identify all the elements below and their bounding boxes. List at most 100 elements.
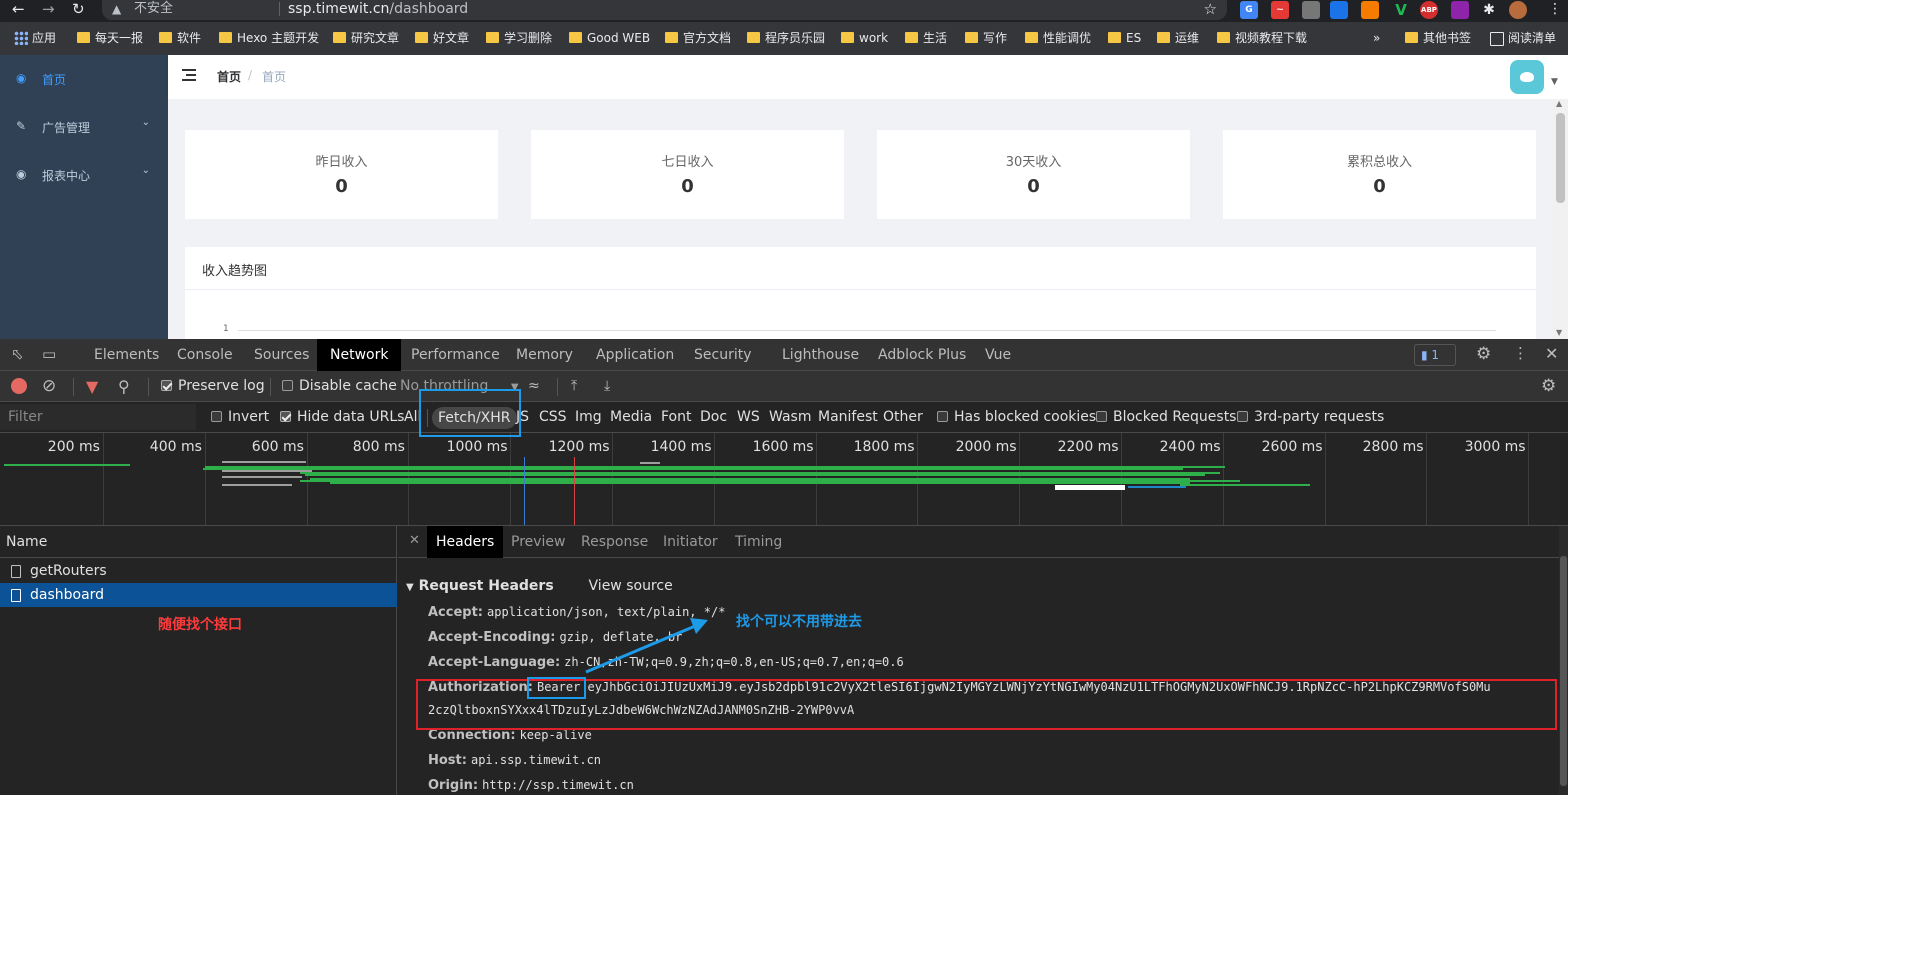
bookmark-star-icon[interactable]: ☆ [1204,0,1217,18]
detail-scrollbar[interactable] [1559,526,1568,795]
tab-console[interactable]: Console [177,339,233,371]
bookmark-apps[interactable]: 应用 [14,22,56,55]
bookmark-folder[interactable]: 软件 [159,22,201,55]
scroll-down-icon[interactable]: ▼ [1556,328,1562,337]
type-filter-js[interactable]: JS [516,402,529,433]
forward-icon[interactable]: → [42,0,55,18]
type-filter-media[interactable]: Media [610,402,652,433]
more-options-icon[interactable]: ⋮ [1513,344,1528,362]
view-source-link[interactable]: View source [589,578,673,594]
other-bookmarks[interactable]: 其他书签 [1405,22,1471,55]
tab-security[interactable]: Security [694,339,752,371]
request-headers-section[interactable]: ▼ Request Headers View source [406,578,673,594]
extension-icon[interactable] [1361,1,1379,19]
tab-vue[interactable]: Vue [985,339,1011,371]
avatar[interactable] [1510,60,1544,94]
reload-icon[interactable]: ↻ [72,0,85,18]
caret-down-icon[interactable]: ▼ [1551,77,1558,87]
scrollbar-thumb[interactable] [1560,556,1567,786]
type-filter-ws[interactable]: WS [737,402,760,433]
search-icon[interactable]: ⚲ [118,371,130,402]
tab-sources[interactable]: Sources [254,339,309,371]
vue-devtools-icon[interactable]: V [1392,1,1410,19]
device-toolbar-icon[interactable]: ▭ [42,345,56,363]
menu-kebab-icon[interactable]: ⋮ [1548,0,1562,18]
address-bar[interactable]: ▲ 不安全 ssp.timewit.cn/dashboard ☆ [102,0,1227,20]
bookmark-folder[interactable]: 性能调优 [1025,22,1091,55]
settings-gear-icon[interactable]: ⚙ [1476,344,1491,364]
bookmark-folder[interactable]: 官方文档 [665,22,731,55]
disable-cache-checkbox[interactable]: Disable cache [282,371,397,402]
clear-icon[interactable]: ⊘ [42,371,56,402]
scrollbar-thumb[interactable] [1556,113,1565,203]
preserve-log-checkbox[interactable]: Preserve log [161,371,265,402]
close-icon[interactable]: ✕ [409,533,420,548]
request-row-getrouters[interactable]: getRouters [0,559,397,583]
bookmark-folder[interactable]: 好文章 [415,22,469,55]
tab-memory[interactable]: Memory [516,339,573,371]
bookmark-folder[interactable]: 视频教程下载 [1217,22,1307,55]
tab-preview[interactable]: Preview [511,526,566,558]
third-party-checkbox[interactable]: 3rd-party requests [1237,402,1384,433]
type-filter-css[interactable]: CSS [539,402,567,433]
type-filter-img[interactable]: Img [575,402,602,433]
filter-input[interactable]: Filter [0,404,196,430]
tab-application[interactable]: Application [596,339,674,371]
tab-initiator[interactable]: Initiator [663,526,718,558]
throttling-select[interactable]: No throttling ▼ [400,371,519,402]
export-har-icon[interactable]: ⤓ [604,371,610,402]
record-icon[interactable] [11,378,27,394]
chart-extension-icon[interactable]: ~ [1271,1,1289,19]
bookmark-folder[interactable]: 运维 [1157,22,1199,55]
sidebar-item-reports[interactable]: ◉ 报表中心 ⌄ [0,151,168,199]
hide-data-urls-checkbox[interactable]: Hide data URLs [280,402,404,433]
type-filter-doc[interactable]: Doc [700,402,727,433]
network-timeline[interactable]: 200 ms 400 ms 600 ms 800 ms 1000 ms 1200 ms 14… [0,433,1568,526]
url-text[interactable]: ssp.timewit.cn/dashboard [288,0,468,18]
type-filter-fetch-xhr[interactable]: Fetch/XHR [432,407,517,429]
tab-network[interactable]: Network [317,339,402,371]
has-blocked-cookies-checkbox[interactable]: Has blocked cookies [937,402,1096,433]
tab-adblock-plus[interactable]: Adblock Plus [878,339,966,371]
translate-extension-icon[interactable]: G [1240,1,1258,19]
tab-lighthouse[interactable]: Lighthouse [782,339,859,371]
scroll-up-icon[interactable]: ▲ [1556,99,1562,108]
type-filter-font[interactable]: Font [661,402,691,433]
breadcrumb-home[interactable]: 首页 [217,68,241,85]
adblock-icon[interactable]: ABP [1420,1,1438,19]
request-row-dashboard[interactable]: dashboard [0,583,397,607]
type-filter-wasm[interactable]: Wasm [769,402,811,433]
issues-badge[interactable]: ▮ 1 [1414,344,1456,366]
hamburger-icon[interactable] [182,69,196,81]
bookmark-folder[interactable]: 研究文章 [333,22,399,55]
puzzle-icon[interactable]: ✱ [1480,1,1498,19]
bookmark-folder[interactable]: 写作 [965,22,1007,55]
reading-list[interactable]: 阅读清单 [1490,22,1556,55]
sidebar-item-ad-management[interactable]: ✎ 广告管理 ⌄ [0,103,168,151]
tab-response[interactable]: Response [581,526,648,558]
bookmark-folder[interactable]: work [841,22,888,55]
page-scrollbar[interactable]: ▲ ▼ [1553,99,1568,339]
name-column-header[interactable]: Name [0,526,397,558]
type-filter-all[interactable]: All [404,402,421,433]
sidebar-item-home[interactable]: ◉ 首页 [0,55,168,103]
extension-icon[interactable] [1451,1,1469,19]
extension-icon[interactable] [1330,1,1348,19]
bookmark-folder[interactable]: 学习删除 [486,22,552,55]
blocked-requests-checkbox[interactable]: Blocked Requests [1096,402,1236,433]
type-filter-other[interactable]: Other [883,402,923,433]
bookmark-folder[interactable]: ES [1108,22,1141,55]
network-conditions-icon[interactable]: ≈ [528,371,540,402]
tab-performance[interactable]: Performance [411,339,500,371]
filter-funnel-icon[interactable]: ▼ [86,371,98,402]
import-har-icon[interactable]: ⤒ [571,371,577,402]
tab-headers[interactable]: Headers [427,526,504,558]
bookmark-folder[interactable]: Hexo 主题开发 [219,22,319,55]
network-settings-gear-icon[interactable]: ⚙ [1541,371,1556,402]
bookmark-folder[interactable]: 生活 [905,22,947,55]
profile-avatar[interactable] [1509,1,1527,19]
type-filter-manifest[interactable]: Manifest [818,402,878,433]
tab-elements[interactable]: Elements [94,339,159,371]
tab-timing[interactable]: Timing [735,526,782,558]
inspect-element-icon[interactable]: ⬁ [11,345,24,363]
